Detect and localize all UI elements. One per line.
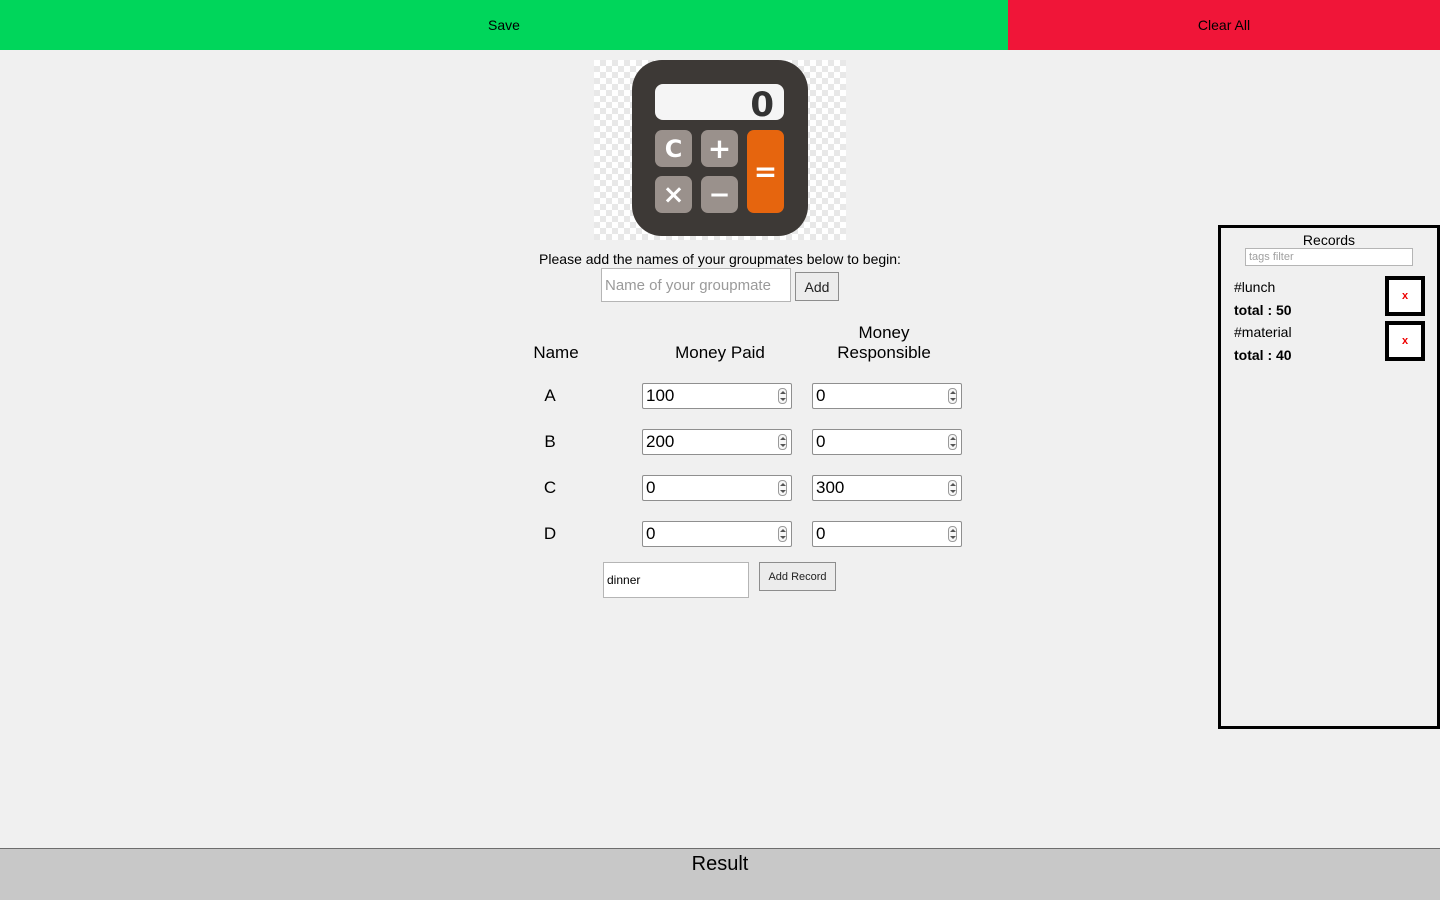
stepper-arrows-icon[interactable]: [778, 388, 787, 404]
stepper-arrows-icon[interactable]: [778, 526, 787, 542]
money-paid-input[interactable]: [642, 475, 792, 501]
money-responsible-value[interactable]: [813, 476, 945, 500]
money-responsible-input[interactable]: [812, 383, 962, 409]
money-responsible-value[interactable]: [813, 430, 945, 454]
row-name: A: [544, 386, 556, 405]
row-name: D: [543, 524, 557, 543]
record-tag: #lunch: [1234, 279, 1276, 295]
money-responsible-input[interactable]: [812, 521, 962, 547]
money-responsible-input[interactable]: [812, 475, 962, 501]
records-panel: Records #lunch total : 50 x #material to…: [1218, 225, 1440, 729]
money-responsible-value[interactable]: [813, 522, 945, 546]
column-header-money-responsible-line1: Money: [858, 323, 910, 342]
money-paid-value[interactable]: [643, 384, 775, 408]
column-header-money-responsible-line2: Responsible: [837, 343, 931, 362]
calculator-key-times: ×: [663, 180, 685, 210]
money-responsible-input[interactable]: [812, 429, 962, 455]
money-paid-input[interactable]: [642, 429, 792, 455]
add-groupmate-button[interactable]: Add: [795, 272, 839, 301]
delete-record-button[interactable]: x: [1385, 321, 1425, 361]
save-button[interactable]: Save: [0, 0, 1008, 50]
money-paid-input[interactable]: [642, 521, 792, 547]
result-title: Result: [691, 853, 749, 875]
calculator-key-plus: +: [708, 132, 731, 165]
record-tag-input[interactable]: [603, 562, 749, 598]
calculator-key-c: C: [665, 135, 683, 163]
row-name: C: [543, 478, 557, 497]
money-paid-input[interactable]: [642, 383, 792, 409]
calculator-key-equals: =: [754, 155, 777, 188]
top-toolbar: Save Clear All: [0, 0, 1440, 50]
calculator-logo: 0 C + × − =: [594, 60, 846, 240]
money-paid-value[interactable]: [643, 430, 775, 454]
money-responsible-value[interactable]: [813, 384, 945, 408]
record-tag: #material: [1234, 324, 1292, 340]
groupmate-name-input[interactable]: [601, 268, 791, 302]
add-record-button[interactable]: Add Record: [759, 562, 836, 591]
tags-filter-input[interactable]: [1245, 248, 1413, 266]
clear-all-button[interactable]: Clear All: [1008, 0, 1440, 50]
column-header-money-paid: Money Paid: [675, 343, 765, 362]
money-paid-value[interactable]: [643, 522, 775, 546]
record-total: total : 40: [1234, 347, 1292, 363]
column-header-money-responsible: Money Responsible: [804, 323, 964, 363]
stepper-arrows-icon[interactable]: [778, 434, 787, 450]
stepper-arrows-icon[interactable]: [778, 480, 787, 496]
calculator-display-text: 0: [750, 85, 774, 125]
stepper-arrows-icon[interactable]: [948, 480, 957, 496]
row-name: B: [544, 432, 556, 451]
stepper-arrows-icon[interactable]: [948, 388, 957, 404]
money-paid-value[interactable]: [643, 476, 775, 500]
records-title: Records: [1302, 232, 1356, 248]
record-total: total : 50: [1234, 302, 1292, 318]
calculator-icon: 0 C + × − =: [632, 60, 808, 236]
calculator-key-minus: −: [709, 180, 731, 210]
stepper-arrows-icon[interactable]: [948, 526, 957, 542]
stepper-arrows-icon[interactable]: [948, 434, 957, 450]
delete-record-button[interactable]: x: [1385, 276, 1425, 316]
column-header-name: Name: [533, 343, 579, 362]
result-panel: Result: [0, 848, 1440, 900]
